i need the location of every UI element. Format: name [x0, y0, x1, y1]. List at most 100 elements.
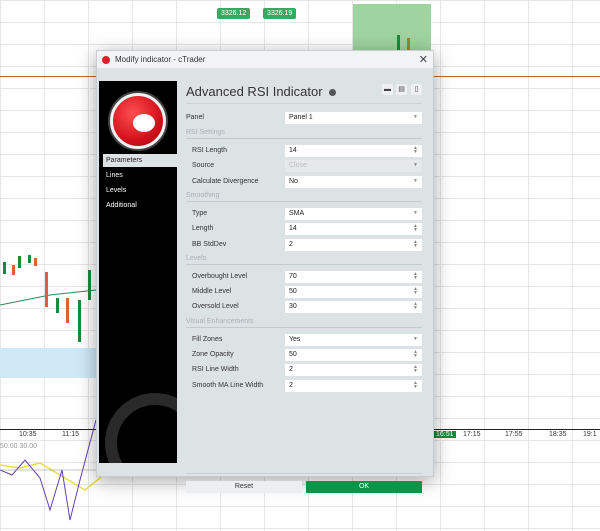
section-header: Visual Enhancements: [186, 318, 422, 328]
field-value: Panel 1: [289, 114, 313, 121]
rsi-line-width-input[interactable]: 2 ▲ ▼: [285, 364, 422, 377]
spinner-icon[interactable]: ▲ ▼: [413, 380, 418, 389]
spinner-icon[interactable]: ▲ ▼: [413, 287, 418, 296]
spinner-icon[interactable]: ▲ ▼: [413, 365, 418, 374]
modify-indicator-dialog: Modify indicator - cTrader ✕ Parameters …: [96, 50, 434, 493]
info-icon[interactable]: [328, 89, 336, 97]
field-label: Zone Opacity: [192, 351, 234, 358]
field-value: 30: [289, 303, 297, 311]
field-rsi-line-width: RSI Line Width 2 ▲ ▼: [186, 364, 422, 377]
indicator-heading: Advanced RSI Indicator: [186, 84, 336, 99]
field-value: 2: [289, 240, 293, 248]
sidebar-item-levels[interactable]: Levels: [103, 184, 177, 197]
time-label: 18:35: [549, 431, 567, 438]
sidebar-item-parameters[interactable]: Parameters: [103, 154, 177, 167]
divider: [186, 103, 422, 104]
field-label: RSI Line Width: [192, 366, 239, 374]
source-select: Close ▼: [285, 160, 422, 173]
field-value: SMA: [289, 209, 305, 217]
fill-zones-select[interactable]: Yes ▼: [285, 333, 422, 346]
field-value: Close: [289, 162, 307, 170]
field-label: Panel: [186, 114, 204, 121]
field-source: Source Close ▼: [186, 160, 422, 173]
calculate-divergence-select[interactable]: No ▼: [285, 175, 422, 188]
length-input[interactable]: 14 ▲ ▼: [285, 223, 422, 236]
ok-button[interactable]: OK: [306, 481, 422, 493]
title-bar[interactable]: Modify indicator - cTrader ✕: [97, 51, 433, 68]
spinner-icon[interactable]: ▲ ▼: [413, 224, 418, 233]
dropdown-arrow-icon[interactable]: ▼: [413, 114, 418, 120]
field-value: 2: [289, 381, 293, 389]
field-panel: Panel Panel 1 ▼: [186, 112, 422, 124]
field-value: 14: [289, 225, 297, 233]
field-rsi-length: RSI Length 14 ▲ ▼: [186, 145, 422, 157]
time-label: 10:35: [19, 431, 37, 438]
dialog-title: Modify indicator - cTrader: [115, 55, 206, 64]
field-value: Yes: [289, 335, 301, 343]
field-label: Smooth MA Line Width: [192, 381, 264, 389]
ctrader-watermark-logo: [105, 393, 177, 463]
field-type: Type SMA ▼: [186, 207, 422, 220]
ctrader-logo: [110, 93, 166, 149]
field-zone-opacity: Zone Opacity 50 ▲ ▼: [186, 349, 422, 361]
reset-button[interactable]: Reset: [186, 481, 302, 493]
section-header: Smoothing: [186, 192, 422, 202]
field-smooth-ma-line-width: Smooth MA Line Width 2 ▲ ▼: [186, 379, 422, 392]
time-label: 19:1: [583, 431, 597, 438]
field-label: Overbought Level: [192, 272, 248, 280]
field-value: 14: [289, 147, 297, 154]
dropdown-arrow-icon[interactable]: ▼: [413, 210, 418, 216]
rsi-level-labels: 50.00 30.00: [0, 443, 37, 450]
field-calculate-divergence: Calculate Divergence No ▼: [186, 175, 422, 188]
field-fill-zones: Fill Zones Yes ▼: [186, 333, 422, 346]
field-middle-level: Middle Level 50 ▲ ▼: [186, 286, 422, 299]
field-label: Type: [192, 209, 208, 217]
field-label: Fill Zones: [192, 335, 223, 343]
spinner-icon[interactable]: ▲ ▼: [413, 271, 418, 280]
middle-level-input[interactable]: 50 ▲ ▼: [285, 286, 422, 299]
rsi-length-input[interactable]: 14 ▲ ▼: [285, 145, 422, 157]
current-time-badge: 16:51: [434, 431, 456, 438]
delete-icon[interactable]: ▯: [411, 84, 422, 95]
dropdown-arrow-icon[interactable]: ▼: [413, 336, 418, 342]
overbought-level-input[interactable]: 70 ▲ ▼: [285, 270, 422, 283]
field-value: 50: [289, 351, 297, 358]
field-label: Oversold Level: [192, 303, 239, 311]
field-length: Length 14 ▲ ▼: [186, 223, 422, 236]
spinner-icon[interactable]: ▲ ▼: [413, 302, 418, 311]
time-label: 17:55: [505, 431, 523, 438]
field-label: Source: [192, 162, 215, 170]
field-value: 2: [289, 366, 293, 374]
spinner-icon[interactable]: ▲ ▼: [413, 146, 418, 155]
field-overbought-level: Overbought Level 70 ▲ ▼: [186, 270, 422, 283]
section-header: RSI Settings: [186, 129, 422, 139]
field-value: No: [289, 177, 298, 185]
load-preset-icon[interactable]: ▬: [382, 84, 393, 95]
field-label: RSI Length: [192, 147, 228, 154]
zone-opacity-input[interactable]: 50 ▲ ▼: [285, 349, 422, 361]
panel-select[interactable]: Panel 1 ▼: [285, 112, 422, 124]
time-label: 11:15: [62, 431, 79, 438]
sidebar-item-additional[interactable]: Additional: [103, 199, 177, 212]
oversold-level-input[interactable]: 30 ▲ ▼: [285, 301, 422, 314]
spinner-icon[interactable]: ▲ ▼: [413, 239, 418, 248]
ctrader-logo-icon: [102, 55, 110, 64]
spinner-icon[interactable]: ▲ ▼: [413, 350, 418, 359]
smooth-ma-line-width-input[interactable]: 2 ▲ ▼: [285, 379, 422, 392]
type-select[interactable]: SMA ▼: [285, 207, 422, 220]
dropdown-arrow-icon[interactable]: ▼: [413, 178, 418, 184]
field-oversold-level: Oversold Level 30 ▲ ▼: [186, 301, 422, 314]
field-bb-stddev: BB StdDev 2 ▲ ▼: [186, 238, 422, 251]
sidebar-item-lines[interactable]: Lines: [103, 169, 177, 182]
close-icon[interactable]: ✕: [419, 53, 428, 66]
indicator-name: Advanced RSI Indicator: [186, 84, 323, 99]
bb-stddev-input[interactable]: 2 ▲ ▼: [285, 238, 422, 251]
field-label: Calculate Divergence: [192, 177, 259, 185]
field-label: Length: [192, 225, 214, 233]
sidebar: Parameters Lines Levels Additional: [99, 81, 177, 463]
dropdown-arrow-icon[interactable]: ▼: [413, 162, 418, 168]
field-value: 50: [289, 288, 297, 296]
field-label: Middle Level: [192, 288, 232, 296]
save-icon[interactable]: ▤: [396, 84, 407, 95]
section-header: Levels: [186, 255, 422, 265]
